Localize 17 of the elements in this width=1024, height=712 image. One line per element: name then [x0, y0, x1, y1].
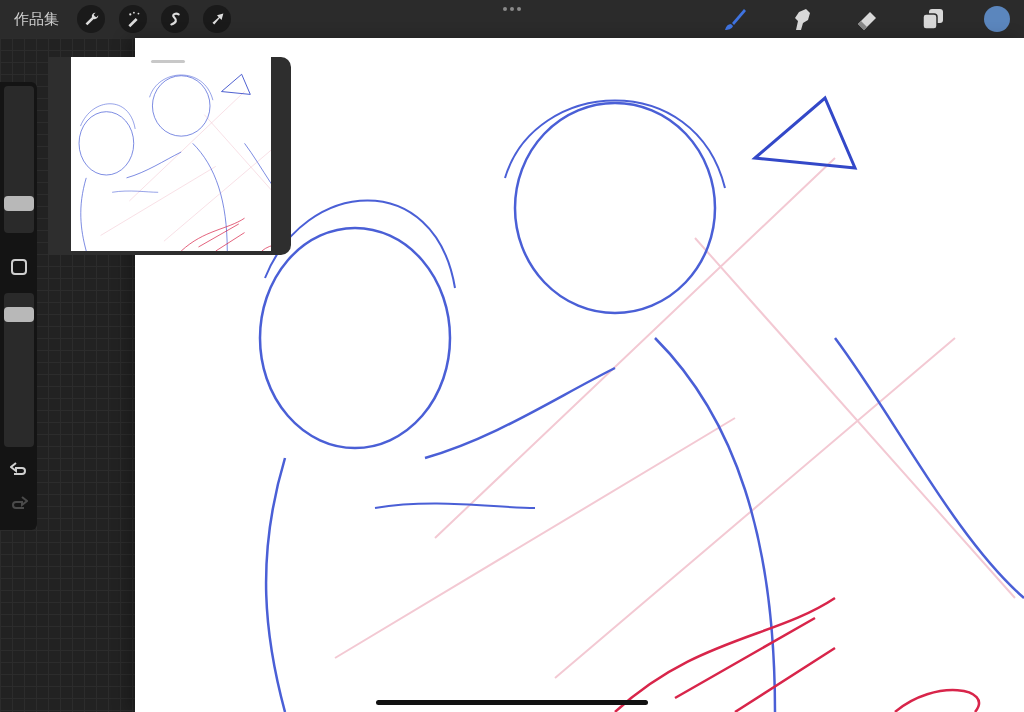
arrow-icon-button[interactable]	[203, 5, 231, 33]
modify-button[interactable]	[10, 259, 27, 275]
brush-icon	[722, 6, 748, 32]
undo-button[interactable]	[9, 461, 28, 477]
slider-thumb[interactable]	[3, 196, 34, 211]
more-icon[interactable]	[503, 7, 521, 11]
layers-icon	[921, 7, 945, 31]
magic-wand-icon-button[interactable]	[119, 5, 147, 33]
s-curve-icon-button[interactable]	[161, 5, 189, 33]
undo-icon	[9, 461, 28, 477]
slider-thumb[interactable]	[3, 307, 34, 322]
color-swatch[interactable]	[984, 6, 1010, 32]
opacity-slider[interactable]	[3, 293, 34, 447]
redo-icon	[9, 495, 28, 511]
gallery-link[interactable]: 作品集	[14, 9, 59, 29]
wrench-icon-button[interactable]	[77, 5, 105, 33]
brush-size-slider[interactable]	[3, 86, 34, 233]
